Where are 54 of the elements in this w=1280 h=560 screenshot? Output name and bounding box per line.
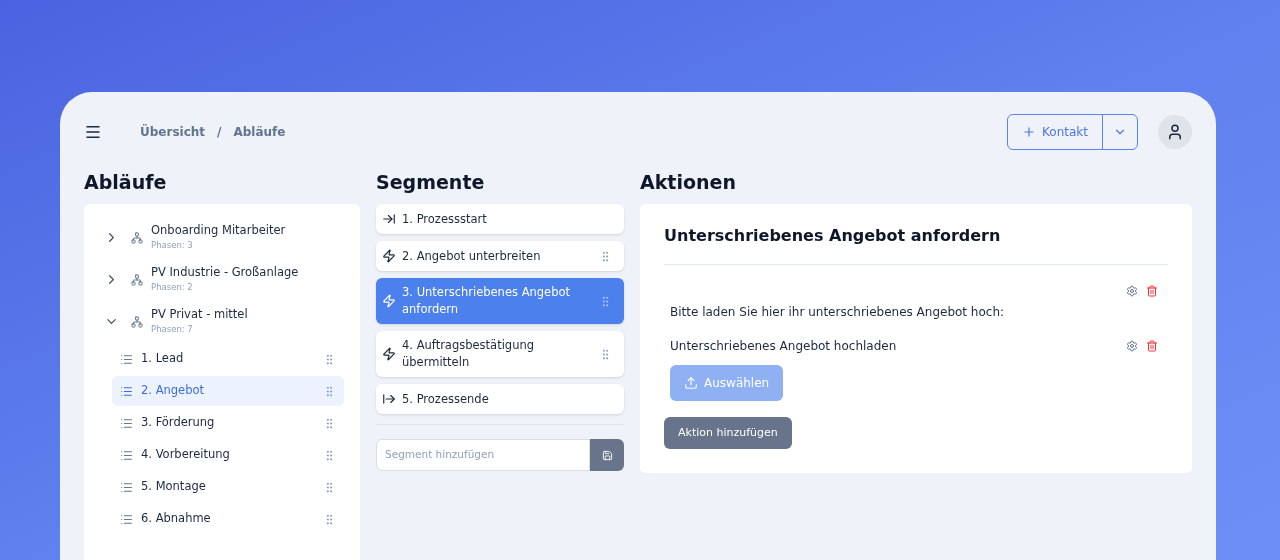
list-icon (120, 416, 133, 430)
lightning-icon (382, 347, 396, 361)
menu-icon[interactable] (84, 123, 102, 141)
save-button[interactable] (590, 439, 624, 471)
column-title: Segmente (376, 169, 486, 195)
flow-name[interactable]: PV Industrie - Großanlage (151, 264, 299, 282)
phase-item[interactable]: 2. Angebot (112, 376, 344, 406)
segment-item[interactable]: 4. Auftragsbestätigung übermitteln (376, 331, 624, 377)
lightning-icon (382, 249, 396, 263)
hierarchy-icon (131, 232, 143, 244)
breadcrumb-link[interactable]: Übersicht (140, 123, 206, 141)
add-contact-button[interactable]: Kontakt (1008, 115, 1103, 149)
list-icon (120, 448, 133, 462)
breadcrumb-link[interactable]: Abläufe (233, 123, 286, 141)
hierarchy-icon (131, 274, 143, 286)
list-icon (120, 352, 133, 366)
plus-icon (1022, 125, 1037, 139)
phase-count: Phasen: 2 (151, 281, 194, 294)
card-title: Unterschriebenes Angebot anfordern (664, 224, 1168, 265)
phase-count: Phasen: 7 (151, 323, 194, 336)
list-icon (120, 480, 133, 494)
user-avatar[interactable] (1158, 115, 1192, 149)
breadcrumb-separator: / (217, 124, 222, 141)
instruction-text: Bitte laden Sie hier ihr unterschriebenes Angebot hoch: (670, 304, 1006, 321)
settings-icon[interactable] (1126, 285, 1138, 297)
hierarchy-icon (131, 316, 143, 328)
segment-item[interactable]: 1. Prozessstart (376, 204, 624, 234)
segment-item[interactable]: 2. Angebot unterbreiten (376, 241, 624, 271)
segment-item[interactable]: 5. Prozessende (376, 384, 624, 414)
phase-item[interactable]: 6. Abnahme (112, 504, 344, 534)
phase-item[interactable]: 4. Vorbereitung (112, 440, 344, 470)
phase-count: Phasen: 3 (151, 239, 194, 252)
user-icon (1166, 123, 1184, 141)
save-icon (601, 449, 613, 461)
list-icon (120, 384, 133, 398)
flow-name[interactable]: PV Privat - mittel (151, 306, 248, 324)
add-action-button[interactable]: Aktion hinzufügen (664, 417, 792, 449)
flow-name[interactable]: Onboarding Mitarbeiter (151, 222, 286, 240)
upload-label: Unterschriebenes Angebot hochladen (670, 338, 897, 355)
segment-input-field[interactable]: Segment hinzufügen (376, 439, 590, 471)
exit-icon (382, 392, 396, 406)
segment-item[interactable]: 3. Unterschriebenes Angebot anfordern (376, 278, 624, 324)
phase-item[interactable]: 3. Förderung (112, 408, 344, 438)
delete-icon[interactable] (1146, 340, 1158, 352)
column-title: Aktionen (640, 169, 737, 195)
enter-icon (382, 212, 396, 226)
column-title: Abläufe (84, 169, 168, 195)
delete-icon[interactable] (1146, 285, 1158, 297)
settings-icon[interactable] (1126, 340, 1138, 352)
lightning-icon (382, 294, 396, 308)
phase-item[interactable]: 1. Lead (112, 344, 344, 374)
list-icon (120, 512, 133, 526)
upload-icon (684, 376, 698, 390)
phase-item[interactable]: 5. Montage (112, 472, 344, 502)
